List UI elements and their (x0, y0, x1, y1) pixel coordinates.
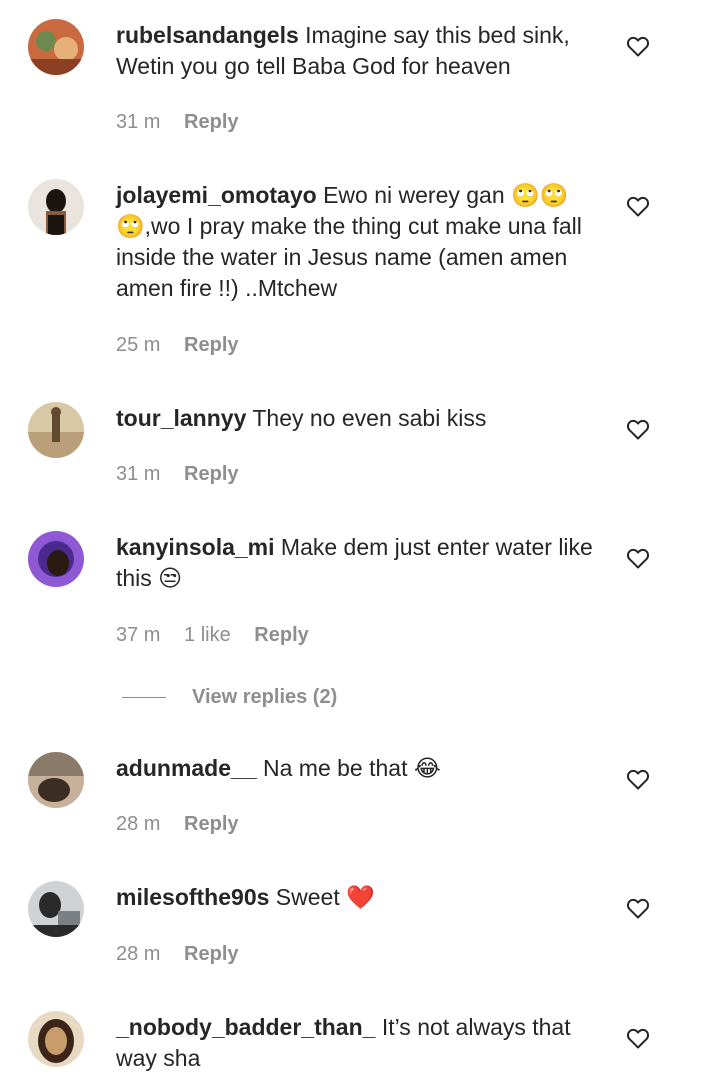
heart-outline-icon[interactable] (626, 547, 650, 569)
reply-button[interactable]: Reply (254, 624, 308, 646)
reply-button[interactable]: Reply (184, 813, 238, 835)
comment-likes[interactable]: 1 like (184, 624, 231, 646)
reply-button[interactable]: Reply (184, 334, 238, 356)
comment-text-block: tour_lannyy They no even sabi kiss (116, 403, 601, 434)
comment-body: Na me be that 😂 (263, 755, 441, 781)
heart-outline-icon[interactable] (626, 418, 650, 440)
divider (122, 696, 166, 698)
comment-username[interactable]: kanyinsola_mi (116, 534, 275, 560)
heart-outline-icon[interactable] (626, 195, 650, 217)
comment-time: 37 m (116, 624, 161, 646)
reply-button[interactable]: Reply (184, 111, 238, 133)
comment-meta: 28 m Reply (116, 942, 257, 966)
comment-text-block: _nobody_badder_than_ It’s not always tha… (116, 1012, 601, 1074)
comment-text-block: kanyinsola_mi Make dem just enter water … (116, 532, 601, 594)
heart-outline-icon[interactable] (626, 897, 650, 919)
avatar[interactable] (28, 752, 84, 808)
comment-username[interactable]: tour_lannyy (116, 405, 246, 431)
heart-outline-icon[interactable] (626, 35, 650, 57)
comment-username[interactable]: rubelsandangels (116, 22, 299, 48)
comment-text-block: milesofthe90s Sweet ❤️ (116, 882, 601, 913)
comment-username[interactable]: jolayemi_omotayo (116, 182, 317, 208)
comment-time: 28 m (116, 813, 161, 835)
view-replies-button[interactable]: View replies (2) (122, 685, 337, 709)
comment-text-block: adunmade__ Na me be that 😂 (116, 753, 601, 784)
comment-body: They no even sabi kiss (252, 405, 487, 431)
avatar[interactable] (28, 531, 84, 587)
view-replies-label: View replies (2) (192, 685, 338, 708)
comment-meta: 37 m 1 like Reply (116, 623, 327, 647)
comment-time: 31 m (116, 463, 161, 485)
reply-button[interactable]: Reply (184, 463, 238, 485)
comment-text-block: rubelsandangels Imagine say this bed sin… (116, 20, 601, 82)
avatar[interactable] (28, 881, 84, 937)
heart-outline-icon[interactable] (626, 768, 650, 790)
comment-time: 28 m (116, 943, 161, 965)
comment-username[interactable]: adunmade__ (116, 755, 257, 781)
comment-meta: 31 m Reply (116, 462, 257, 486)
comment-meta: 28 m Reply (116, 812, 257, 836)
heart-outline-icon[interactable] (626, 1027, 650, 1049)
avatar[interactable] (28, 1011, 84, 1067)
comment-username[interactable]: milesofthe90s (116, 884, 269, 910)
comment-meta: 25 m Reply (116, 333, 257, 357)
comment-time: 31 m (116, 111, 161, 133)
avatar[interactable] (28, 402, 84, 458)
reply-button[interactable]: Reply (184, 943, 238, 965)
avatar[interactable] (28, 19, 84, 75)
comment-username[interactable]: _nobody_badder_than_ (116, 1014, 375, 1040)
comment-text-block: jolayemi_omotayo Ewo ni werey gan 🙄🙄🙄,wo… (116, 180, 601, 304)
comment-time: 25 m (116, 334, 161, 356)
comment-meta: 31 m Reply (116, 110, 257, 134)
comment-body: Sweet ❤️ (275, 884, 375, 910)
avatar[interactable] (28, 179, 84, 235)
